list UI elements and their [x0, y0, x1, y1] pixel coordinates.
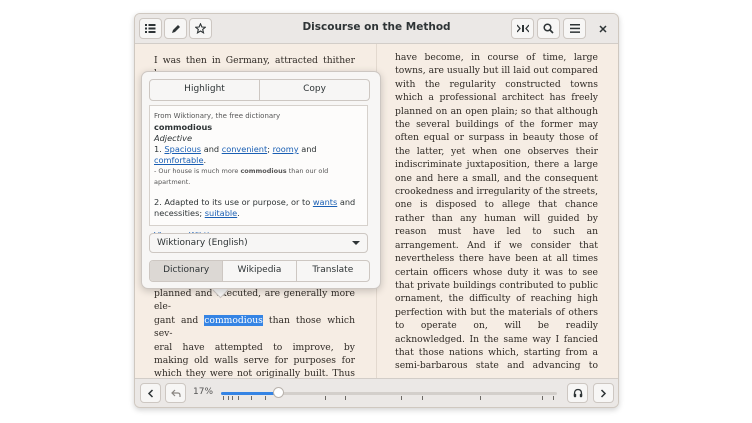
- dictionary-select[interactable]: Wiktionary (English): [149, 233, 368, 253]
- chapter-tick: [223, 396, 224, 400]
- chapter-tick: [232, 396, 233, 400]
- chapter-tick: [345, 396, 346, 400]
- tab-dictionary[interactable]: Dictionary: [150, 261, 224, 281]
- tab-translate[interactable]: Translate: [297, 261, 369, 281]
- definition-1: 1. Spacious and convenient; roomy and co…: [154, 144, 317, 165]
- view-options-button[interactable]: [511, 18, 534, 39]
- book-view-icon: [516, 24, 529, 33]
- search-icon: [543, 23, 554, 34]
- main-menu-button[interactable]: [563, 18, 586, 39]
- copy-button[interactable]: Copy: [260, 80, 369, 100]
- chapter-tick: [542, 396, 543, 400]
- definition-word: commodious: [154, 122, 213, 132]
- progress-slider[interactable]: [221, 392, 557, 400]
- link-wants[interactable]: wants: [313, 197, 337, 207]
- link-comfortable[interactable]: comfortable: [154, 155, 203, 165]
- footer-bar: 17%: [135, 378, 618, 407]
- progress-slider-fill: [221, 392, 279, 395]
- definition-2: 2. Adapted to its use or purpose, or to …: [154, 197, 356, 218]
- close-icon: [598, 24, 607, 33]
- right-page-text: have become, in course of time, large to…: [395, 52, 598, 375]
- definition-example: - Our house is much more commodious than…: [154, 167, 329, 186]
- headphones-icon: [573, 388, 582, 398]
- chapter-tick: [553, 396, 554, 400]
- selection-actions: Highlight Copy: [149, 79, 370, 101]
- definition-source: From Wiktionary, the free dictionary: [154, 112, 281, 120]
- chapter-tick: [325, 396, 326, 400]
- link-roomy[interactable]: roomy: [273, 144, 299, 154]
- back-button[interactable]: [165, 383, 186, 403]
- search-button[interactable]: [537, 18, 560, 39]
- chapter-tick: [238, 396, 239, 400]
- next-page-button[interactable]: [593, 383, 614, 403]
- selected-word[interactable]: commodious: [204, 314, 263, 326]
- chevron-right-icon: [600, 388, 607, 398]
- link-convenient[interactable]: convenient: [222, 144, 267, 154]
- chapter-tick: [228, 396, 229, 400]
- read-aloud-button[interactable]: [567, 383, 588, 403]
- previous-page-button[interactable]: [140, 383, 161, 403]
- right-page: have become, in course of time, large to…: [395, 41, 598, 375]
- selection-popover: Highlight Copy From Wiktionary, the free…: [141, 71, 381, 289]
- tab-wikipedia[interactable]: Wikipedia: [223, 261, 297, 281]
- progress-slider-thumb[interactable]: [272, 387, 284, 398]
- undo-icon: [170, 389, 181, 397]
- chapter-tick: [480, 396, 481, 400]
- close-window-button[interactable]: [591, 18, 614, 39]
- highlight-button[interactable]: Highlight: [150, 80, 260, 100]
- dictionary-select-value: Wiktionary (English): [157, 238, 248, 248]
- part-of-speech: Adjective: [154, 133, 192, 143]
- chapter-tick: [401, 396, 402, 400]
- chapter-tick: [251, 396, 252, 400]
- hamburger-menu-icon: [569, 24, 580, 33]
- chevron-left-icon: [147, 388, 154, 398]
- chapter-tick: [422, 396, 423, 400]
- left-page-line: planned and executed, are generally more…: [154, 288, 355, 313]
- link-spacious[interactable]: Spacious: [164, 144, 201, 154]
- link-suitable[interactable]: suitable: [205, 208, 237, 218]
- left-page-text: eral have attempted to improve, by makin…: [154, 341, 355, 378]
- progress-label: 17%: [193, 387, 214, 397]
- chapter-tick: [265, 396, 266, 400]
- definition-panel: From Wiktionary, the free dictionary com…: [149, 105, 368, 240]
- dropdown-caret-icon: [352, 241, 360, 245]
- header-bar: Discourse on the Method: [135, 14, 618, 44]
- left-page-line-highlighted: gant and commodious than those which sev…: [154, 314, 355, 340]
- lookup-tabs: Dictionary Wikipedia Translate: [149, 260, 370, 282]
